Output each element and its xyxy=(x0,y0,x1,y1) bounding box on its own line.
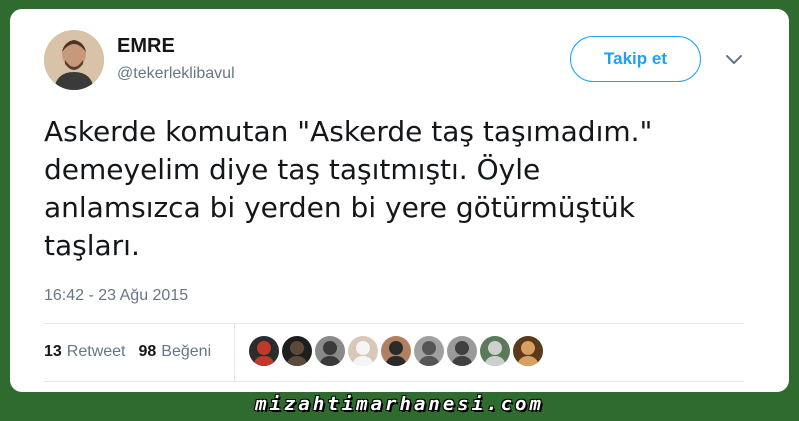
user-avatar[interactable] xyxy=(44,30,104,90)
user-handle[interactable]: @tekerleklibavul xyxy=(117,65,235,83)
tweet-text-line: demeyelim diye taş taşıtmıştı. Öyle xyxy=(44,153,541,186)
like-stat[interactable]: 98 Beğeni xyxy=(139,343,212,361)
retweet-count: 13 xyxy=(44,343,62,360)
divider xyxy=(44,381,744,382)
liker-avatar-4[interactable] xyxy=(348,336,378,366)
liker-avatar-8[interactable] xyxy=(480,336,510,366)
tweet-text-line: anlamsızca bi yerden bi yere götürmüştük xyxy=(44,191,636,224)
tweet-timestamp[interactable]: 16:42 - 23 Ağu 2015 xyxy=(44,287,188,305)
divider xyxy=(44,323,744,324)
retweet-label: Retweet xyxy=(66,343,126,360)
user-avatar-image xyxy=(44,30,104,90)
like-label: Beğeni xyxy=(161,343,212,360)
tweet-text-line: Askerde komutan "Askerde taş taşımadım." xyxy=(44,115,653,148)
user-name[interactable]: EMRE xyxy=(117,35,175,58)
liker-avatar-6[interactable] xyxy=(414,336,444,366)
watermark-text: mizahtimarhanesi.com xyxy=(255,393,544,415)
liker-avatar-1[interactable] xyxy=(249,336,279,366)
tweet-card: EMRE @tekerleklibavul Takip et Askerde k… xyxy=(10,9,789,392)
liker-avatar-7[interactable] xyxy=(447,336,477,366)
retweet-stat[interactable]: 13 Retweet xyxy=(44,343,126,361)
liker-avatar-3[interactable] xyxy=(315,336,345,366)
follow-button[interactable]: Takip et xyxy=(570,36,701,82)
liker-avatars xyxy=(249,336,543,366)
liker-avatar-2[interactable] xyxy=(282,336,312,366)
tweet-stats: 13 Retweet 98 Beğeni xyxy=(44,343,211,361)
tweet-text: Askerde komutan "Askerde taş taşımadım."… xyxy=(44,113,764,265)
liker-avatar-5[interactable] xyxy=(381,336,411,366)
liker-avatar-9[interactable] xyxy=(513,336,543,366)
chevron-down-icon[interactable] xyxy=(724,53,744,67)
like-count: 98 xyxy=(138,343,157,360)
tweet-text-line: taşları. xyxy=(44,229,140,262)
stats-separator xyxy=(234,323,235,381)
